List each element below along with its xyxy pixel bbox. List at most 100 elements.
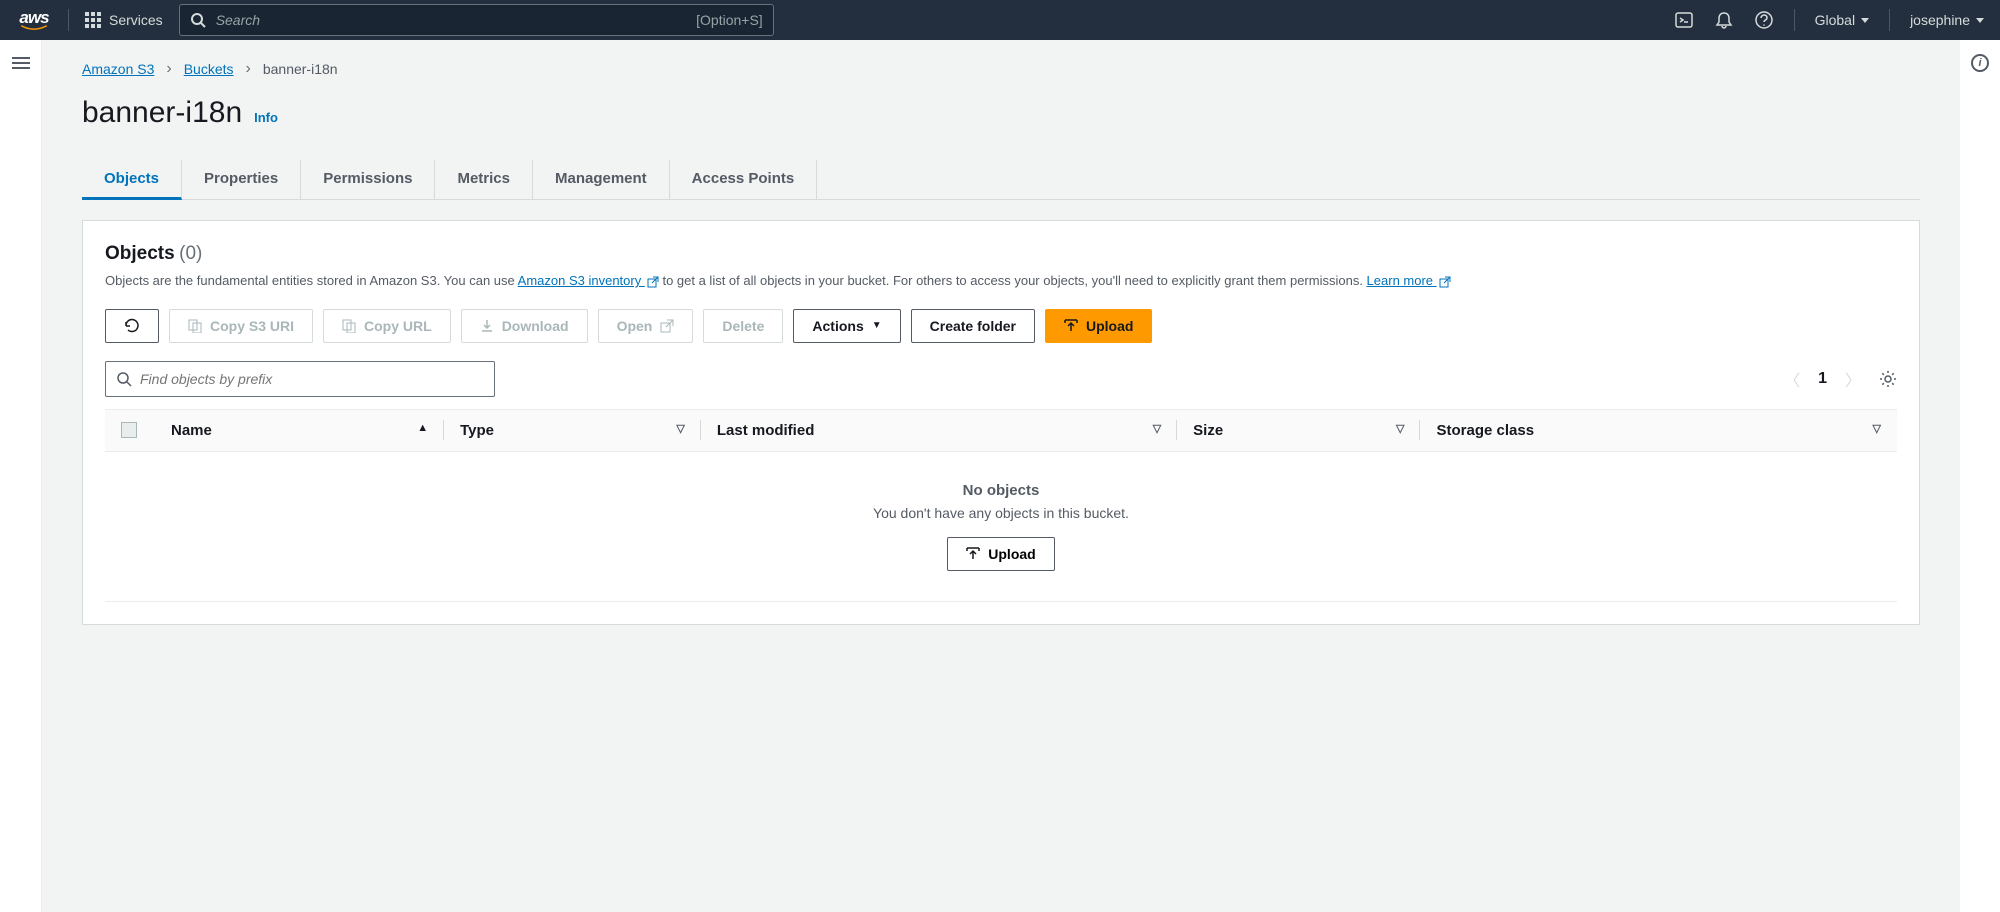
- button-label: Create folder: [930, 318, 1016, 334]
- link-text: Amazon S3 inventory: [518, 273, 645, 288]
- side-menu-toggle: [0, 40, 42, 912]
- info-panel-icon[interactable]: i: [1971, 54, 1989, 72]
- breadcrumb-buckets[interactable]: Buckets: [184, 61, 234, 77]
- services-menu[interactable]: Services: [85, 12, 163, 28]
- column-label: Storage class: [1436, 422, 1534, 439]
- upload-button[interactable]: Upload: [1045, 309, 1152, 343]
- refresh-button[interactable]: [105, 309, 159, 343]
- button-label: Delete: [722, 318, 764, 334]
- grid-icon: [85, 12, 101, 28]
- chevron-right-icon: ›: [246, 60, 251, 78]
- delete-button[interactable]: Delete: [703, 309, 783, 343]
- tab-permissions[interactable]: Permissions: [301, 160, 435, 200]
- top-navigation: aws Services [Option+S] Global: [0, 0, 2000, 40]
- filter-icon: ▽: [676, 422, 684, 435]
- filter-icon: ▽: [1873, 422, 1881, 435]
- toolbar: Copy S3 URI Copy URL Download Open Delet…: [105, 309, 1897, 343]
- prev-page-icon[interactable]: 〈: [1784, 367, 1800, 391]
- tab-objects[interactable]: Objects: [82, 160, 182, 200]
- search-box[interactable]: [Option+S]: [179, 4, 774, 36]
- page-header: banner-i18n Info: [82, 96, 1920, 130]
- breadcrumb: Amazon S3 › Buckets › banner-i18n: [82, 60, 1920, 78]
- button-label: Download: [502, 318, 569, 334]
- download-icon: [480, 319, 494, 333]
- column-last-modified[interactable]: Last modified ▽: [701, 409, 1177, 451]
- copy-url-button[interactable]: Copy URL: [323, 309, 451, 343]
- link-text: Learn more: [1367, 273, 1437, 288]
- divider: [1794, 9, 1795, 31]
- search-input[interactable]: [216, 12, 686, 28]
- table-header-row: Name ▲ Type ▽ Last modified ▽: [105, 409, 1897, 451]
- help-icon[interactable]: [1754, 10, 1774, 30]
- notifications-icon[interactable]: [1714, 10, 1734, 30]
- column-label: Type: [460, 422, 494, 439]
- desc-text: Objects are the fundamental entities sto…: [105, 273, 518, 288]
- page-title: banner-i18n: [82, 96, 242, 130]
- filter-icon: ▽: [1153, 422, 1161, 435]
- external-link-icon: [1439, 276, 1451, 288]
- inventory-link[interactable]: Amazon S3 inventory: [518, 273, 659, 288]
- column-type[interactable]: Type ▽: [444, 409, 701, 451]
- tabs: Objects Properties Permissions Metrics M…: [82, 160, 1920, 200]
- upload-icon: [966, 547, 980, 561]
- column-name[interactable]: Name ▲: [155, 409, 444, 451]
- breadcrumb-root[interactable]: Amazon S3: [82, 61, 154, 77]
- external-link-icon: [647, 276, 659, 288]
- column-label: Name: [171, 422, 212, 439]
- empty-upload-button[interactable]: Upload: [947, 537, 1054, 571]
- panel-count: (0): [179, 243, 202, 264]
- empty-subtitle: You don't have any objects in this bucke…: [105, 505, 1897, 521]
- aws-logo[interactable]: aws: [16, 8, 52, 33]
- create-folder-button[interactable]: Create folder: [911, 309, 1035, 343]
- button-label: Upload: [1086, 318, 1133, 334]
- external-icon: [660, 319, 674, 333]
- tab-management[interactable]: Management: [533, 160, 670, 200]
- next-page-icon[interactable]: 〉: [1845, 367, 1861, 391]
- info-link[interactable]: Info: [254, 110, 278, 125]
- column-label: Size: [1193, 422, 1223, 439]
- divider: [1889, 9, 1890, 31]
- objects-panel: Objects (0) Objects are the fundamental …: [82, 220, 1920, 625]
- upload-icon: [1064, 319, 1078, 333]
- panel-title: Objects: [105, 243, 175, 264]
- main-content: Amazon S3 › Buckets › banner-i18n banner…: [42, 40, 1960, 912]
- empty-title: No objects: [105, 482, 1897, 499]
- prefix-input[interactable]: [140, 371, 484, 387]
- download-button[interactable]: Download: [461, 309, 588, 343]
- column-size[interactable]: Size ▽: [1177, 409, 1420, 451]
- open-button[interactable]: Open: [598, 309, 694, 343]
- refresh-icon: [124, 318, 140, 334]
- caret-down-icon: ▼: [872, 320, 882, 331]
- sort-asc-icon: ▲: [417, 422, 428, 434]
- tab-properties[interactable]: Properties: [182, 160, 301, 200]
- tab-metrics[interactable]: Metrics: [435, 160, 533, 200]
- breadcrumb-current: banner-i18n: [263, 61, 338, 77]
- learn-more-link[interactable]: Learn more: [1367, 273, 1451, 288]
- column-storage-class[interactable]: Storage class ▽: [1420, 409, 1897, 451]
- divider: [68, 9, 69, 31]
- services-label: Services: [109, 12, 163, 28]
- page-number: 1: [1818, 370, 1827, 388]
- copy-s3-uri-button[interactable]: Copy S3 URI: [169, 309, 313, 343]
- settings-icon[interactable]: [1879, 370, 1897, 388]
- prefix-filter[interactable]: [105, 361, 495, 397]
- select-all-checkbox[interactable]: [121, 422, 137, 438]
- cloudshell-icon[interactable]: [1674, 10, 1694, 30]
- tab-access-points[interactable]: Access Points: [670, 160, 818, 200]
- caret-down-icon: [1976, 18, 1984, 23]
- select-all-header: [105, 409, 155, 451]
- region-selector[interactable]: Global: [1815, 12, 1869, 28]
- caret-down-icon: [1861, 18, 1869, 23]
- copy-icon: [188, 319, 202, 333]
- button-label: Actions: [812, 318, 863, 334]
- search-icon: [116, 371, 132, 387]
- hamburger-icon[interactable]: [12, 54, 30, 912]
- user-menu[interactable]: josephine: [1910, 12, 1984, 28]
- button-label: Open: [617, 318, 653, 334]
- actions-button[interactable]: Actions ▼: [793, 309, 900, 343]
- pagination: 〈 1 〉: [1784, 367, 1897, 391]
- region-label: Global: [1815, 12, 1855, 28]
- objects-table: Name ▲ Type ▽ Last modified ▽: [105, 409, 1897, 452]
- copy-icon: [342, 319, 356, 333]
- filter-row: 〈 1 〉: [105, 361, 1897, 397]
